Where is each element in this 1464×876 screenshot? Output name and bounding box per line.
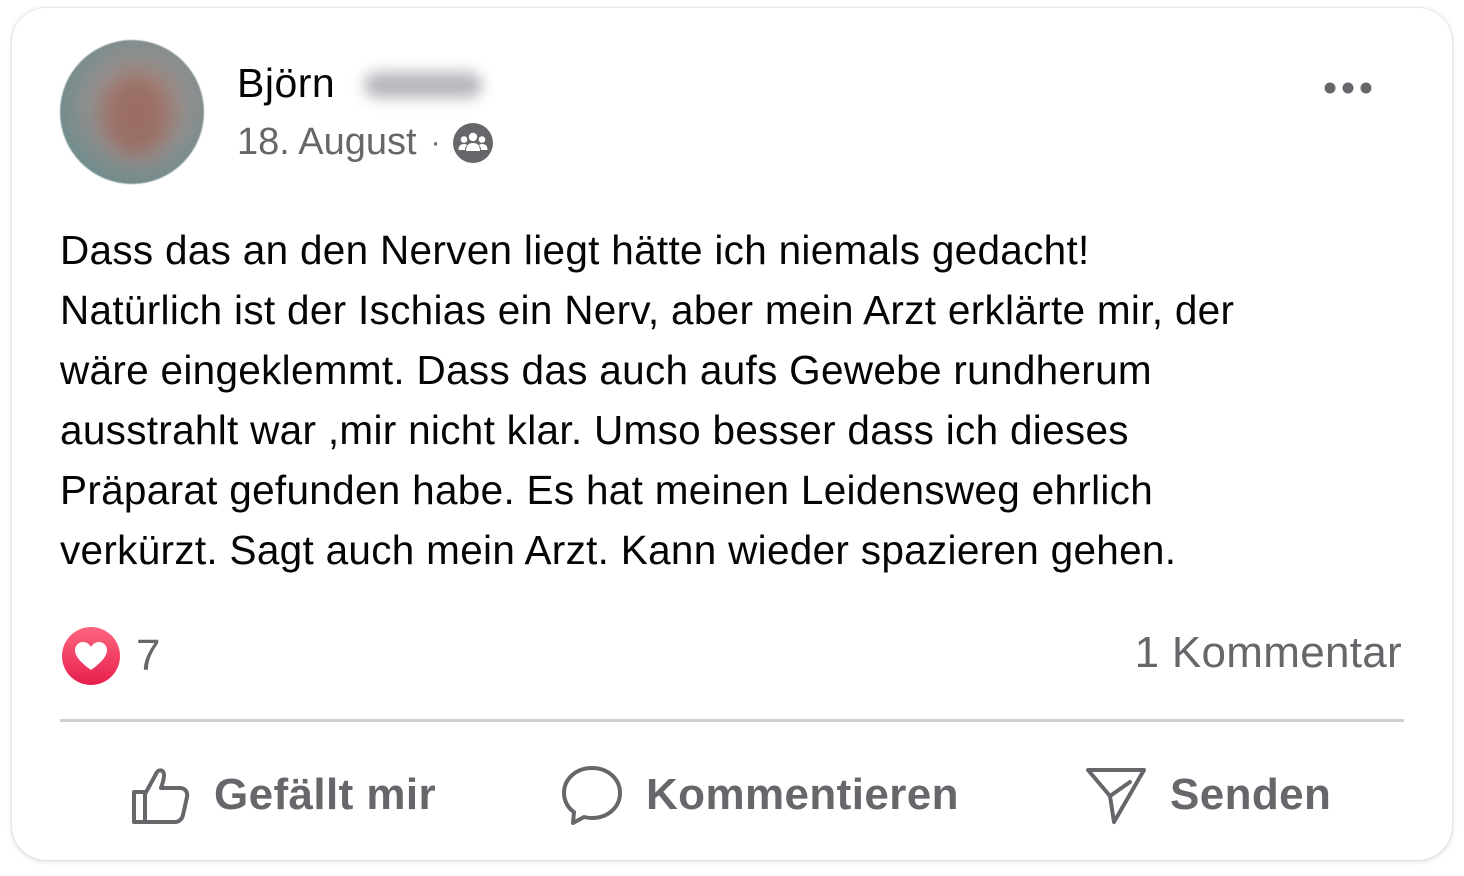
- comment-button[interactable]: Kommentieren: [560, 760, 959, 830]
- comment-bubble-icon: [560, 763, 624, 827]
- avatar[interactable]: [60, 40, 204, 184]
- like-label: Gefällt mir: [214, 770, 437, 819]
- comment-label: Kommentieren: [646, 770, 959, 819]
- post-date[interactable]: 18. August: [237, 121, 417, 164]
- post-meta: 18. August ·: [237, 121, 493, 164]
- post-text: Dass das an den Nerven liegt hätte ich n…: [60, 227, 1235, 573]
- thumbs-up-icon: [130, 764, 192, 826]
- send-button[interactable]: Senden: [1084, 760, 1331, 830]
- comment-count[interactable]: 1 Kommentar: [1135, 628, 1402, 678]
- send-icon: [1084, 764, 1148, 826]
- post-card: Björn 18. August · Dass das an den Nerve…: [12, 8, 1452, 860]
- meta-separator: ·: [430, 125, 441, 159]
- send-label: Senden: [1170, 770, 1332, 819]
- author-name[interactable]: Björn: [237, 60, 335, 107]
- reaction-count: 7: [136, 631, 161, 680]
- divider: [60, 719, 1404, 722]
- more-horizontal-icon[interactable]: [1320, 72, 1376, 104]
- avatar-face: [104, 78, 168, 156]
- heart-icon: [62, 627, 120, 685]
- reaction-summary[interactable]: 7: [62, 625, 160, 687]
- like-button[interactable]: Gefällt mir: [130, 760, 436, 830]
- group-icon[interactable]: [452, 122, 493, 163]
- author-surname-blurred: [364, 72, 482, 98]
